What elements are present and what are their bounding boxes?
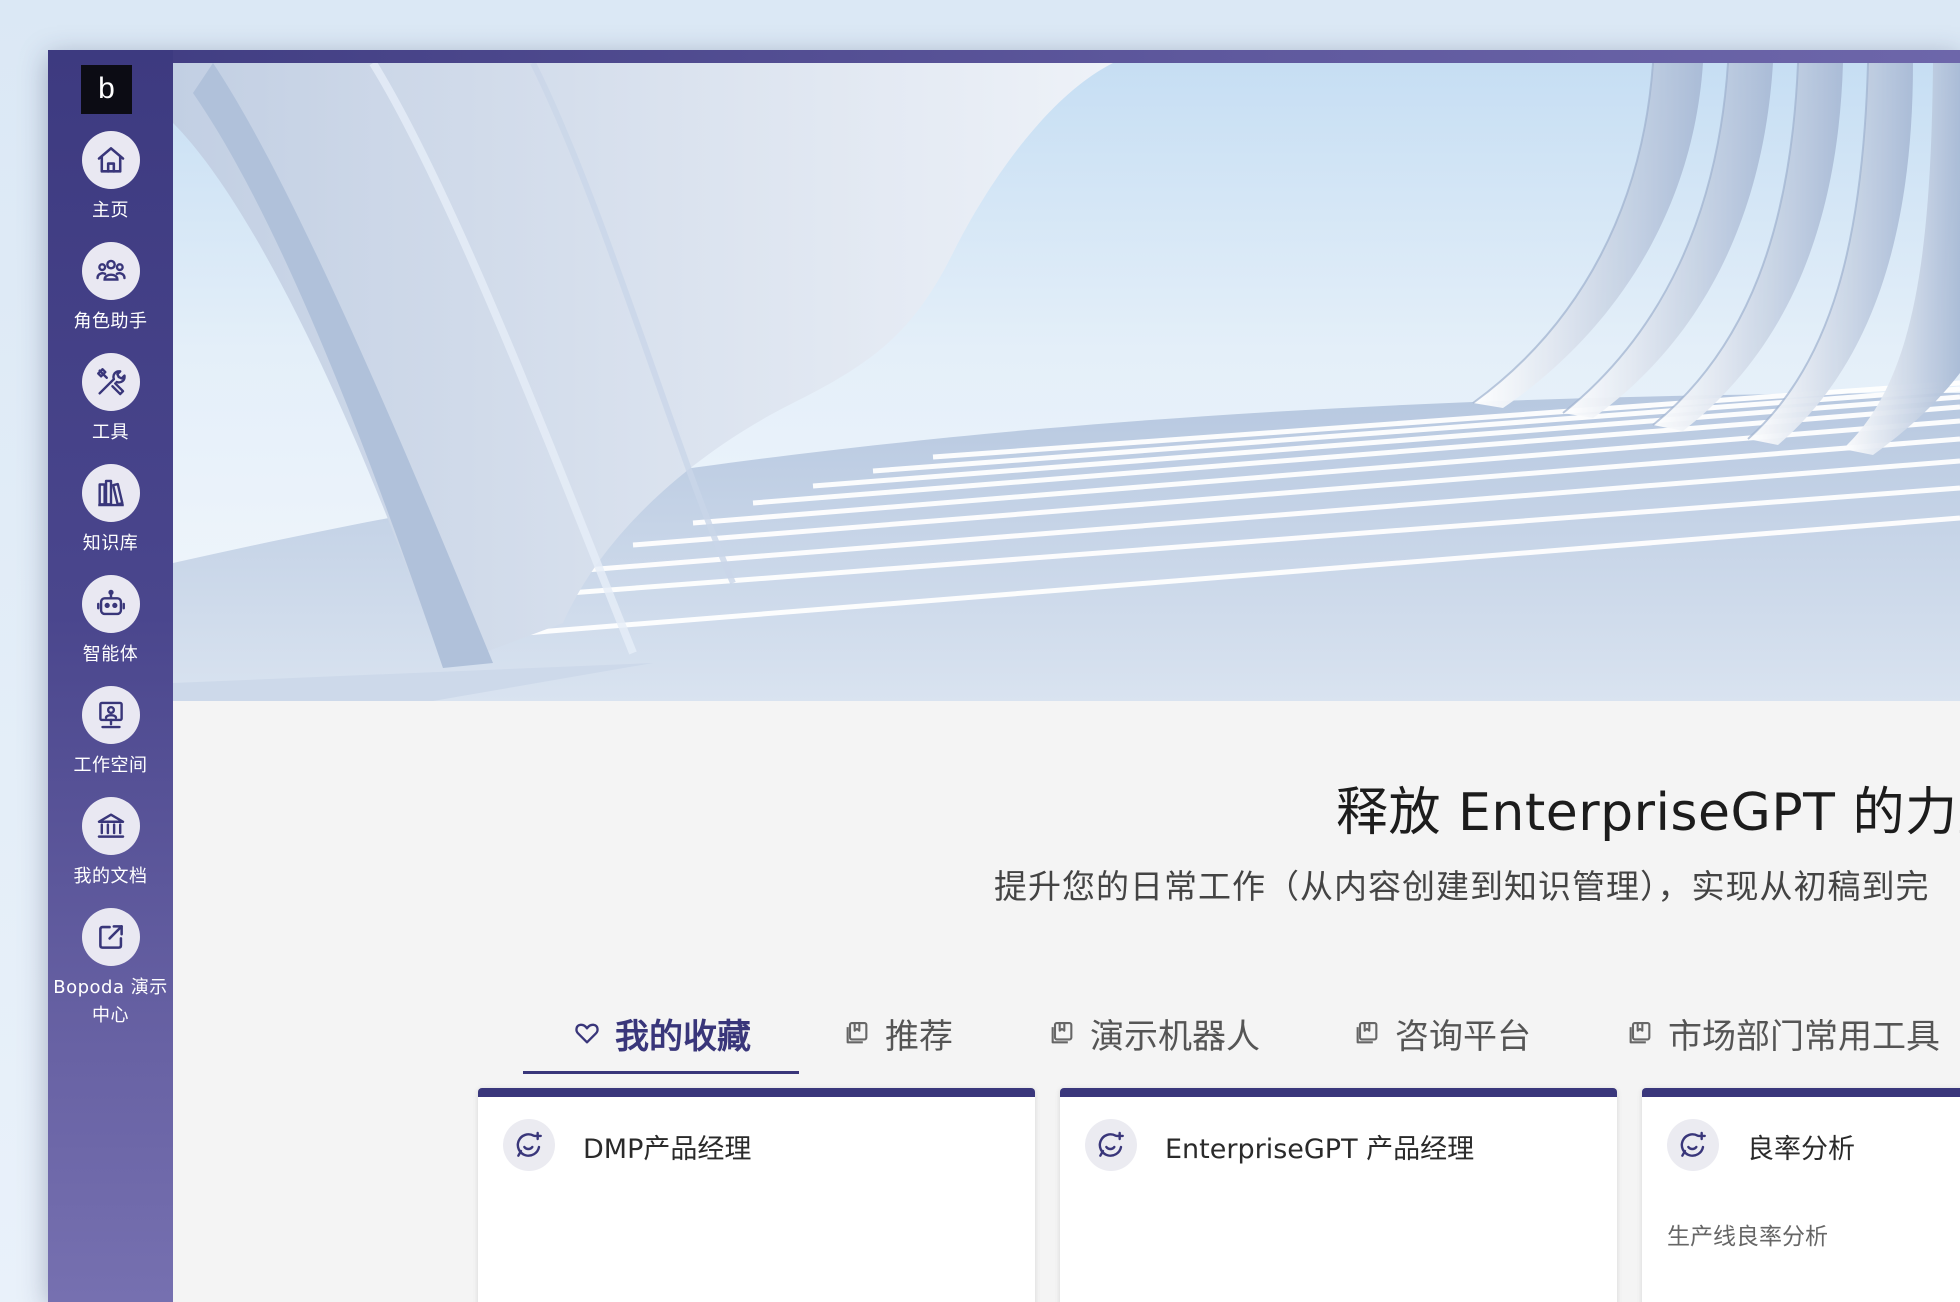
page-headline: 释放 EnterpriseGPT 的力量 bbox=[1336, 783, 1960, 843]
sidebar-item-label: 我的文档 bbox=[73, 866, 148, 887]
collection-icon bbox=[1356, 1022, 1378, 1044]
assistant-card[interactable]: 良率分析 生产线良率分析 bbox=[1642, 1088, 1960, 1302]
sidebar-item-label: 智能体 bbox=[82, 644, 139, 665]
app-window: b 主页 角色助手 工具 知识库 智能体 工作空间 我的文档 Bopoda 演示… bbox=[48, 50, 1960, 1302]
card-title: EnterpriseGPT 产品经理 bbox=[1165, 1134, 1475, 1165]
library-icon bbox=[81, 464, 140, 522]
hero-banner bbox=[173, 63, 1960, 701]
page-subheadline: 提升您的日常工作（从内容创建到知识管理），实现从初稿到完 bbox=[994, 867, 1930, 906]
ai-chat-icon bbox=[503, 1119, 555, 1171]
tools-icon bbox=[81, 353, 140, 411]
tab-label: 市场部门常用工具 bbox=[1668, 1016, 1940, 1057]
sidebar-item-my-documents[interactable]: 我的文档 bbox=[48, 797, 173, 891]
sidebar-item-home[interactable]: 主页 bbox=[48, 131, 173, 225]
workspace-icon bbox=[81, 686, 140, 744]
card-title: DMP产品经理 bbox=[583, 1134, 752, 1165]
sidebar-item-agents[interactable]: 智能体 bbox=[48, 575, 173, 669]
team-icon bbox=[81, 242, 140, 300]
logo[interactable]: b bbox=[81, 65, 132, 114]
ai-chat-icon bbox=[1085, 1119, 1137, 1171]
tab-demo-robots[interactable]: 演示机器人 bbox=[1048, 1000, 1260, 1066]
sidebar-item-role-assistant[interactable]: 角色助手 bbox=[48, 242, 173, 336]
tab-consulting-platform[interactable]: 咨询平台 bbox=[1353, 1000, 1531, 1066]
sidebar: b 主页 角色助手 工具 知识库 智能体 工作空间 我的文档 Bopoda 演示… bbox=[48, 50, 173, 1302]
collection-icon bbox=[1629, 1022, 1651, 1044]
ai-chat-icon bbox=[1667, 1119, 1719, 1171]
sidebar-item-demo-center[interactable]: Bopoda 演示中心 bbox=[48, 908, 173, 1030]
card-description: 生产线良率分析 bbox=[1667, 1224, 1828, 1250]
sidebar-item-label: 主页 bbox=[92, 200, 129, 221]
tab-recommended[interactable]: 推荐 bbox=[843, 1000, 953, 1066]
tab-label: 推荐 bbox=[885, 1016, 953, 1057]
sidebar-item-label: 工具 bbox=[92, 422, 129, 443]
collection-icon bbox=[846, 1022, 868, 1044]
home-icon bbox=[81, 131, 140, 189]
sidebar-item-workspace[interactable]: 工作空间 bbox=[48, 686, 173, 780]
external-link-icon bbox=[81, 908, 140, 966]
sidebar-item-knowledge-base[interactable]: 知识库 bbox=[48, 464, 173, 558]
tab-my-favorites[interactable]: 我的收藏 bbox=[523, 1000, 799, 1074]
sidebar-item-label: Bopoda 演示中心 bbox=[53, 977, 168, 1026]
sidebar-item-label: 知识库 bbox=[82, 533, 139, 554]
robot-icon bbox=[81, 575, 140, 633]
sidebar-item-label: 角色助手 bbox=[73, 311, 148, 332]
tab-label: 我的收藏 bbox=[615, 1016, 751, 1057]
bank-icon bbox=[81, 797, 140, 855]
collection-icon bbox=[1051, 1022, 1073, 1044]
assistant-card[interactable]: DMP产品经理 bbox=[478, 1088, 1035, 1302]
heart-icon bbox=[575, 1023, 599, 1044]
sidebar-item-tools[interactable]: 工具 bbox=[48, 353, 173, 447]
sidebar-item-label: 工作空间 bbox=[73, 755, 148, 776]
tab-label: 演示机器人 bbox=[1090, 1016, 1260, 1057]
tab-marketing-tools[interactable]: 市场部门常用工具 bbox=[1626, 1000, 1940, 1066]
card-title: 良率分析 bbox=[1747, 1134, 1855, 1165]
white-architectural-curves-image bbox=[173, 63, 1960, 701]
assistant-card[interactable]: EnterpriseGPT 产品经理 bbox=[1060, 1088, 1617, 1302]
tab-label: 咨询平台 bbox=[1395, 1016, 1531, 1057]
